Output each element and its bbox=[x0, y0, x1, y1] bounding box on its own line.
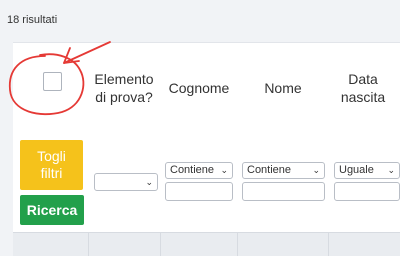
test-element-filter-select[interactable]: ⌄ bbox=[94, 173, 158, 191]
header-test-element[interactable]: Elemento di prova? bbox=[93, 70, 155, 106]
surname-operator-select[interactable]: Contiene ⌄ bbox=[165, 162, 233, 179]
chevron-down-icon: ⌄ bbox=[220, 165, 228, 175]
column-separator bbox=[328, 233, 329, 256]
chevron-down-icon: ⌄ bbox=[387, 165, 395, 175]
chevron-down-icon: ⌄ bbox=[312, 165, 320, 175]
name-operator-select[interactable]: Contiene ⌄ bbox=[242, 162, 325, 179]
column-separator bbox=[88, 233, 89, 256]
name-filter-input[interactable] bbox=[242, 182, 325, 201]
header-name[interactable]: Nome bbox=[258, 79, 308, 97]
birth-date-operator-value: Uguale bbox=[339, 164, 374, 176]
results-count: 18 risultati bbox=[7, 14, 58, 26]
column-separator bbox=[160, 233, 161, 256]
table-row bbox=[13, 232, 400, 256]
birth-date-operator-select[interactable]: Uguale ⌄ bbox=[334, 162, 400, 179]
header-surname[interactable]: Cognome bbox=[165, 79, 233, 97]
birth-date-filter-input[interactable] bbox=[334, 182, 400, 201]
name-operator-value: Contiene bbox=[247, 164, 292, 176]
header-birth-date[interactable]: Data nascita bbox=[338, 70, 388, 106]
select-all-checkbox[interactable] bbox=[43, 72, 62, 91]
chevron-down-icon: ⌄ bbox=[145, 177, 153, 187]
search-button[interactable]: Ricerca bbox=[20, 195, 84, 225]
remove-filters-button[interactable]: Togli filtri bbox=[20, 140, 83, 190]
surname-filter-input[interactable] bbox=[165, 182, 233, 201]
column-separator bbox=[237, 233, 238, 256]
surname-operator-value: Contiene bbox=[170, 164, 215, 176]
